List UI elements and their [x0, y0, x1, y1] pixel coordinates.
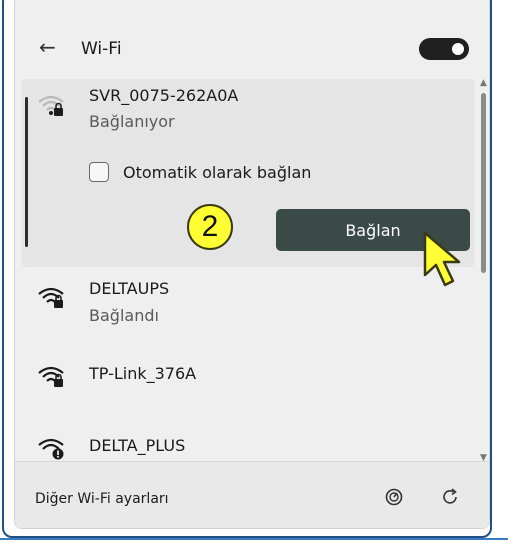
wifi-secured-icon — [38, 366, 64, 387]
refresh-icon[interactable] — [439, 486, 461, 508]
wifi-flyout: ← Wi-Fi SVR_0075-262A0A Bağlanıyor Otoma… — [14, 0, 490, 529]
selection-indicator — [25, 97, 28, 247]
scrollbar[interactable]: ▲ ▼ — [479, 79, 489, 463]
network-ssid: DELTAUPS — [89, 279, 170, 298]
network-status: Bağlandı — [89, 306, 159, 325]
network-item[interactable]: DELTA_PLUS — [21, 429, 475, 461]
page-title: Wi-Fi — [81, 39, 122, 59]
wifi-secured-weak-icon — [38, 95, 64, 116]
network-item-expanded[interactable]: SVR_0075-262A0A Bağlanıyor Otomatik olar… — [21, 79, 475, 287]
step-badge: 2 — [187, 204, 233, 250]
flyout-footer: Diğer Wi-Fi ayarları — [15, 461, 489, 528]
network-status: Bağlanıyor — [89, 112, 175, 131]
more-wifi-settings-link[interactable]: Diğer Wi-Fi ayarları — [35, 491, 169, 507]
network-ssid: SVR_0075-262A0A — [89, 86, 239, 105]
network-speed-icon[interactable] — [383, 486, 405, 508]
network-list: SVR_0075-262A0A Bağlanıyor Otomatik olar… — [15, 79, 481, 461]
toggle-knob — [452, 43, 464, 55]
back-arrow-icon[interactable]: ← — [39, 37, 56, 57]
taskbar-edge — [0, 538, 508, 540]
auto-connect-label: Otomatik olarak bağlan — [123, 163, 312, 182]
auto-connect-checkbox[interactable] — [89, 162, 109, 182]
network-item[interactable]: TP-Link_376A — [21, 355, 475, 395]
scrollbar-thumb[interactable] — [481, 93, 486, 273]
network-ssid: TP-Link_376A — [89, 364, 197, 383]
scroll-up-icon[interactable]: ▲ — [480, 79, 487, 88]
wifi-warning-icon — [38, 438, 64, 460]
wifi-secured-icon — [38, 287, 64, 308]
flyout-header: ← Wi-Fi — [15, 1, 489, 73]
network-ssid: DELTA_PLUS — [89, 436, 186, 455]
network-item[interactable]: DELTAUPS Bağlandı — [21, 275, 475, 339]
wifi-toggle[interactable] — [419, 38, 469, 60]
